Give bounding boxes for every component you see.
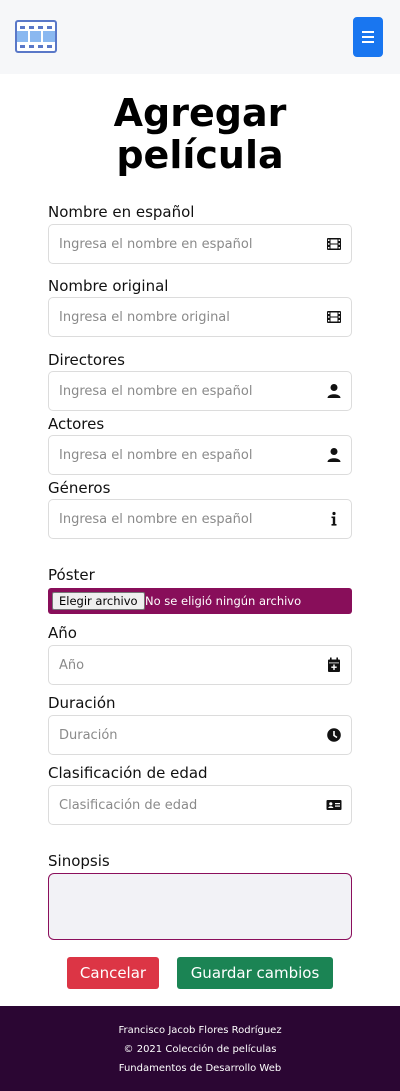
person-icon (327, 448, 341, 462)
nombre-espanol-label: Nombre en español (48, 203, 195, 221)
sinopsis-label: Sinopsis (48, 852, 110, 870)
directores-field[interactable] (48, 371, 352, 411)
page-title-line2: película (116, 133, 284, 177)
film-icon (327, 311, 341, 323)
calendar-plus-icon (328, 657, 340, 672)
duracion-label: Duración (48, 694, 116, 712)
clasificacion-input[interactable] (49, 786, 319, 824)
nombre-espanol-input[interactable] (49, 225, 319, 263)
cancel-button[interactable]: Cancelar (67, 957, 159, 989)
film-logo-icon[interactable] (15, 20, 57, 53)
generos-input[interactable] (49, 500, 319, 538)
clock-icon (327, 728, 341, 742)
id-card-icon (326, 800, 342, 810)
anio-input[interactable] (49, 646, 319, 684)
poster-file-input[interactable]: Elegir archivo No se eligió ningún archi… (48, 588, 352, 614)
anio-field[interactable] (48, 645, 352, 685)
hamburger-menu-button[interactable] (353, 17, 383, 57)
save-changes-button[interactable]: Guardar cambios (177, 957, 333, 989)
person-icon (327, 384, 341, 398)
clasificacion-field[interactable] (48, 785, 352, 825)
footer-course: Fundamentos de Desarrollo Web (118, 1063, 282, 1074)
poster-label: Póster (48, 566, 95, 584)
directores-input[interactable] (49, 372, 319, 410)
file-status-text: No se eligió ningún archivo (145, 594, 302, 608)
choose-file-button[interactable]: Elegir archivo (52, 592, 145, 610)
footer-author: Francisco Jacob Flores Rodríguez (118, 1025, 282, 1036)
directores-label: Directores (48, 351, 125, 369)
film-icon (327, 238, 341, 250)
navbar (0, 0, 400, 74)
actores-label: Actores (48, 415, 105, 433)
page-title-line1: Agregar (113, 91, 287, 135)
nombre-original-field[interactable] (48, 297, 352, 337)
page-title: Agregar película (0, 92, 400, 176)
generos-field[interactable] (48, 499, 352, 539)
nombre-original-input[interactable] (49, 298, 319, 336)
nombre-original-label: Nombre original (48, 277, 169, 295)
nombre-espanol-field[interactable] (48, 224, 352, 264)
anio-label: Año (48, 624, 77, 642)
actores-field[interactable] (48, 435, 352, 475)
info-icon (331, 511, 337, 526)
duracion-field[interactable] (48, 715, 352, 755)
generos-label: Géneros (48, 479, 111, 497)
footer-copyright: © 2021 Colección de películas (123, 1044, 277, 1055)
duracion-input[interactable] (49, 716, 319, 754)
clasificacion-label: Clasificación de edad (48, 764, 208, 782)
footer: Francisco Jacob Flores Rodríguez © 2021 … (0, 1006, 400, 1091)
sinopsis-textarea[interactable] (48, 873, 352, 940)
actores-input[interactable] (49, 436, 319, 474)
